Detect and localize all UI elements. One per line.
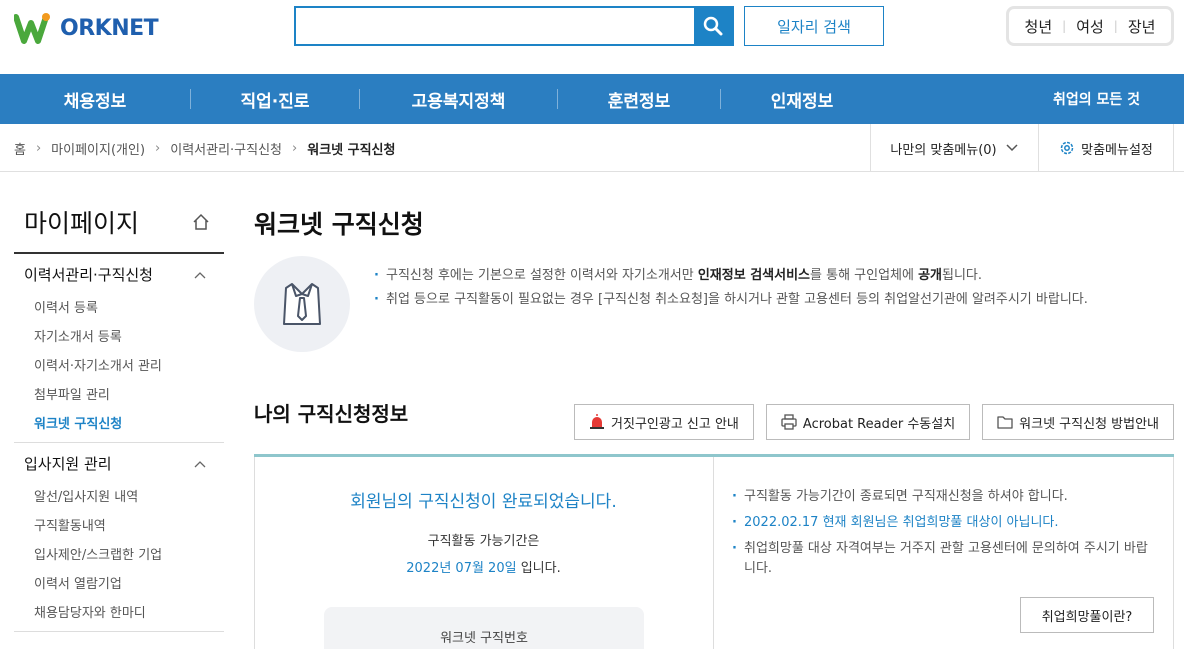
gnb-item-talent[interactable]: 인재정보	[721, 74, 883, 124]
breadcrumb-current: 워크넷 구직신청	[307, 142, 396, 158]
sidebar-item-job-application[interactable]: 워크넷 구직신청	[14, 407, 224, 436]
gnb-item-career[interactable]: 직업·진로	[191, 74, 359, 124]
breadcrumb-mypage[interactable]: 마이페이지(개인)	[51, 139, 145, 158]
job-number-box: 워크넷 구직번호	[324, 607, 644, 649]
quick-link-women[interactable]: 여성	[1076, 16, 1104, 37]
sidebar-item-resume-manage[interactable]: 이력서·자기소개서 관리	[14, 349, 224, 378]
sidebar-group-label: 입사지원 관리	[24, 455, 112, 473]
chevron-right-icon: ›	[155, 140, 161, 156]
folder-icon	[997, 416, 1013, 429]
gnb-item-recruit[interactable]: 채용정보	[0, 74, 190, 124]
period-label: 구직활동 가능기간은	[427, 534, 540, 549]
intro-note-2: 취업 등으로 구직활동이 필요없는 경우 [구직신청 취소요청]을 하시거나 관…	[372, 290, 1172, 310]
header: ORKNET 일자리 검색 청년 | 여성 | 장년	[0, 0, 1184, 74]
menu-settings-label: 맞춤메뉴설정	[1081, 142, 1153, 158]
breadcrumb-home[interactable]: 홈	[14, 139, 26, 158]
page-title: 워크넷 구직신청	[254, 210, 424, 239]
logo-text: ORKNET	[60, 15, 159, 41]
quick-link-youth[interactable]: 청년	[1025, 16, 1053, 37]
status-note-3: 취업희망풀 대상 자격여부는 거주지 관할 고용센터에 문의하여 주시기 바랍니…	[732, 539, 1152, 579]
gnb-item-training[interactable]: 훈련정보	[558, 74, 720, 124]
gnb-all-about-jobs[interactable]: 취업의 모든 것	[1053, 74, 1140, 124]
status-panel: 회원님의 구직신청이 완료되었습니다. 구직활동 가능기간은 2022년 07월…	[254, 457, 714, 649]
gnb-item-welfare[interactable]: 고용복지정책	[360, 74, 557, 124]
shirt-icon	[254, 256, 350, 352]
search-button[interactable]	[694, 8, 732, 44]
sidebar-group-resume: 이력서관리·구직신청 이력서 등록 자기소개서 등록 이력서·자기소개서 관리 …	[14, 254, 224, 443]
sidebar-group-apply: 입사지원 관리 알선/입사지원 내역 구직활동내역 입사제안/스크랩한 기업 이…	[14, 443, 224, 632]
sidebar-item-viewed-companies[interactable]: 이력서 열람기업	[14, 567, 224, 596]
quick-links: 청년 | 여성 | 장년	[1006, 6, 1174, 46]
chevron-right-icon: ›	[35, 140, 42, 156]
breadcrumb-bar: 홈 › 마이페이지(개인) › 이력서관리·구직신청 › 워크넷 구직신청 나만…	[0, 124, 1184, 172]
sidebar-group-title[interactable]: 이력서관리·구직신청	[14, 254, 224, 291]
hope-pool-info-button[interactable]: 취업희망풀이란?	[1020, 597, 1154, 633]
application-status-box: 회원님의 구직신청이 완료되었습니다. 구직활동 가능기간은 2022년 07월…	[254, 454, 1174, 649]
divider: |	[1113, 19, 1118, 33]
siren-icon	[590, 414, 605, 429]
acrobat-install-label: Acrobat Reader 수동설치	[802, 416, 956, 432]
sidebar-group-label: 이력서관리·구직신청	[24, 266, 153, 284]
job-search-button[interactable]: 일자리 검색	[744, 6, 884, 46]
home-icon[interactable]	[192, 213, 210, 231]
section-title: 나의 구직신청정보	[254, 402, 409, 426]
sidebar-item-attachments[interactable]: 첨부파일 관리	[14, 378, 224, 407]
breadcrumb-tools: 나만의 맞춤메뉴(0) 맞춤메뉴설정	[870, 124, 1174, 172]
sidebar-group-title[interactable]: 입사지원 관리	[14, 443, 224, 480]
sidebar-title: 마이페이지	[14, 192, 224, 254]
intro-section: 구직신청 후에는 기본으로 설정한 이력서와 자기소개서만 인재정보 검색서비스…	[254, 256, 1174, 356]
chevron-right-icon: ›	[292, 140, 298, 156]
chevron-down-icon	[1006, 144, 1018, 152]
chevron-up-icon	[194, 271, 206, 278]
sidebar-title-text: 마이페이지	[24, 209, 140, 238]
menu-settings-button[interactable]: 맞춤메뉴설정	[1038, 124, 1174, 172]
sidebar-item-offers[interactable]: 입사제안/스크랩한 기업	[14, 538, 224, 567]
gear-icon	[1060, 141, 1074, 155]
sidebar-item-apply-history[interactable]: 알선/입사지원 내역	[14, 480, 224, 509]
global-nav: 채용정보 직업·진로 고용복지정책 훈련정보 인재정보 취업의 모든 것	[0, 74, 1184, 124]
printer-icon	[781, 414, 797, 430]
sidebar-item-resume-register[interactable]: 이력서 등록	[14, 291, 224, 320]
my-menu-dropdown[interactable]: 나만의 맞춤메뉴(0)	[870, 124, 1038, 172]
intro-bold-1: 인재정보 검색서비스	[697, 268, 811, 283]
sidebar-item-activity[interactable]: 구직활동내역	[14, 509, 224, 538]
logo-w-icon	[14, 13, 50, 44]
my-menu-label: 나만의 맞춤메뉴(0)	[890, 142, 997, 158]
period-value: 2022년 07월 20일 입니다.	[406, 561, 561, 576]
acrobat-install-button[interactable]: Acrobat Reader 수동설치	[765, 404, 971, 440]
intro-note-1: 구직신청 후에는 기본으로 설정한 이력서와 자기소개서만 인재정보 검색서비스…	[372, 266, 1172, 286]
sidebar-item-cover-letter[interactable]: 자기소개서 등록	[14, 320, 224, 349]
breadcrumb: 홈 › 마이페이지(개인) › 이력서관리·구직신청 › 워크넷 구직신청	[14, 124, 395, 172]
breadcrumb-resume[interactable]: 이력서관리·구직신청	[170, 139, 282, 158]
divider: |	[1062, 19, 1067, 33]
period-date: 2022년 07월 20일	[406, 561, 517, 576]
search-box	[294, 6, 734, 46]
status-note-2: 2022.02.17 현재 회원님은 취업희망풀 대상이 아닙니다.	[732, 513, 1152, 533]
application-guide-button[interactable]: 워크넷 구직신청 방법안내	[982, 404, 1174, 440]
page: ORKNET 일자리 검색 청년 | 여성 | 장년 채용정보 직업·진로 고용…	[0, 0, 1184, 649]
sidebar: 마이페이지 이력서관리·구직신청 이력서 등록 자기소개서 등록 이력서·자기소…	[14, 192, 224, 632]
intro-notes: 구직신청 후에는 기본으로 설정한 이력서와 자기소개서만 인재정보 검색서비스…	[372, 266, 1172, 314]
fake-ad-report-label: 거짓구인광고 신고 안내	[611, 416, 739, 432]
search-icon	[703, 16, 723, 36]
fake-ad-report-button[interactable]: 거짓구인광고 신고 안내	[574, 404, 754, 440]
section-buttons: 거짓구인광고 신고 안내 Acrobat Reader 수동설치 워크넷 구직신…	[574, 404, 1174, 440]
application-guide-label: 워크넷 구직신청 방법안내	[1019, 416, 1159, 432]
worknet-logo[interactable]: ORKNET	[14, 10, 159, 46]
status-complete-message: 회원님의 구직신청이 완료되었습니다.	[350, 492, 617, 512]
main-content: 워크넷 구직신청 구직신청 후에는 기본으로 설정한 이력서와 자기소개서만 인…	[254, 192, 1174, 649]
search-input[interactable]	[296, 8, 694, 44]
status-notes: 구직활동 가능기간이 종료되면 구직재신청을 하셔야 합니다. 2022.02.…	[732, 487, 1152, 585]
sidebar-item-recruiter-message[interactable]: 채용담당자와 한마디	[14, 596, 224, 625]
job-number-label: 워크넷 구직번호	[440, 631, 528, 646]
chevron-up-icon	[194, 460, 206, 467]
intro-bold-2: 공개	[918, 268, 943, 283]
status-note-1: 구직활동 가능기간이 종료되면 구직재신청을 하셔야 합니다.	[732, 487, 1152, 507]
quick-link-senior[interactable]: 장년	[1128, 16, 1156, 37]
